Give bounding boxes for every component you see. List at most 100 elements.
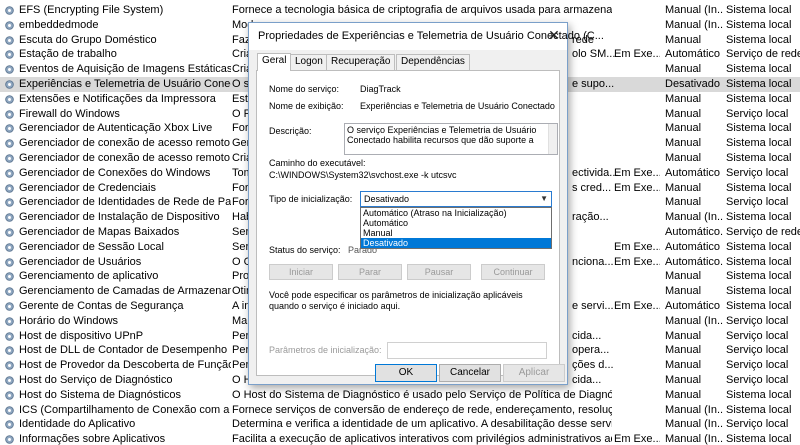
exe-path-label: Caminho do executável: [269, 158, 366, 168]
service-startup-cell: Manual (In... [665, 418, 723, 431]
service-logon-cell: Serviço de rede [726, 48, 800, 61]
service-startup-cell: Automático [665, 300, 721, 312]
startup-option-disabled[interactable]: Desativado [361, 238, 551, 248]
service-name-cell: Gerenciador de Mapas Baixados [19, 226, 180, 238]
resume-button[interactable]: Continuar [481, 264, 545, 280]
exe-path-value: C:\WINDOWS\System32\svchost.exe -k utcsv… [269, 170, 457, 180]
service-name-label: Nome do serviço: [269, 84, 340, 94]
service-desc-fragment: opera... [572, 344, 610, 357]
service-startup-cell: Automático [665, 48, 721, 61]
startup-type-select[interactable]: Desativado ▼ [360, 191, 552, 207]
gear-icon [5, 65, 14, 74]
gear-icon [5, 124, 14, 134]
gear-icon [5, 139, 14, 148]
startup-type-options: Automático (Atraso na Inicialização) Aut… [360, 207, 552, 249]
service-row[interactable]: Informações sobre Aplicativos Facilita a … [0, 432, 800, 445]
service-desc-cell: Determina e verifica a identidade de um … [232, 418, 612, 431]
tab-general[interactable]: Geral [257, 53, 292, 71]
ok-button[interactable]: OK [375, 364, 437, 382]
close-button[interactable]: ✕ [543, 26, 565, 44]
service-startup-cell: Manual [665, 196, 702, 209]
service-logon-cell: Serviço local [726, 196, 789, 209]
service-startup-cell: Manual (In... [665, 4, 723, 16]
service-desc-fragment: ções d... [572, 359, 614, 372]
params-hint: Você pode especificar os parâmetros de i… [269, 290, 523, 311]
service-name-cell: Identidade do Aplicativo [19, 418, 136, 431]
service-startup-cell: Automático [665, 166, 721, 179]
service-name-cell: embeddedmode [19, 18, 99, 31]
service-desc-fragment: olo SM... [572, 48, 616, 61]
chevron-down-icon: ▼ [540, 194, 548, 203]
service-name-cell: ICS (Compartilhamento de Conexão com a I… [19, 403, 231, 416]
service-row[interactable]: EFS (Encrypting File System) Fornece a te… [0, 3, 800, 18]
service-name-cell: Gerenciador de Conexões do Windows [19, 166, 211, 179]
service-logon-cell: Sistema local [726, 92, 792, 105]
service-desc-fragment: rede [572, 33, 595, 46]
service-logon-cell: Serviço local [726, 314, 789, 327]
gear-icon [5, 420, 14, 430]
service-logon-cell: Serviço de rede [726, 226, 800, 238]
service-logon-cell: Sistema local [726, 78, 792, 90]
properties-dialog: Propriedades de Experiências e Telemetri… [248, 22, 604, 385]
service-startup-cell: Manual [665, 92, 702, 105]
start-button[interactable]: Iniciar [269, 264, 333, 280]
service-row[interactable]: ICS (Compartilhamento de Conexão com a I… [0, 403, 800, 418]
service-name-value: DiagTrack [360, 84, 401, 94]
service-logon-cell: Sistema local [726, 285, 792, 298]
cancel-button[interactable]: Cancelar [439, 364, 501, 382]
description-scrollbar[interactable] [548, 124, 557, 154]
service-name-cell: Informações sobre Aplicativos [19, 433, 166, 445]
gear-icon [5, 287, 14, 296]
service-logon-cell: Sistema local [726, 211, 792, 224]
gear-icon [5, 361, 14, 370]
service-logon-cell: Serviço local [726, 374, 789, 386]
startup-option-auto[interactable]: Automático [361, 218, 551, 228]
service-logon-cell: Sistema local [726, 433, 792, 445]
tab-dependencies[interactable]: Dependências [396, 54, 470, 70]
description-box[interactable]: O serviço Experiências e Telemetria de U… [344, 123, 558, 155]
display-name-value: Experiências e Telemetria de Usuário Con… [360, 101, 555, 111]
service-name-cell: Gerenciamento de Camadas de Armazenament… [19, 285, 231, 298]
service-startup-cell: Manual [665, 122, 702, 135]
dialog-titlebar[interactable]: Propriedades de Experiências e Telemetri… [249, 23, 604, 50]
service-startup-cell: Manual (In... [665, 403, 723, 416]
apply-button[interactable]: Aplicar [503, 364, 565, 382]
service-name-cell: Eventos de Aquisição de Imagens Estática… [19, 63, 231, 76]
service-desc-cell: Facilita a execução de aplicativos inter… [232, 433, 612, 445]
service-startup-cell: Automático... [665, 255, 723, 268]
startup-option-auto-delayed[interactable]: Automático (Atraso na Inicialização) [361, 208, 551, 218]
gear-icon [5, 6, 14, 15]
tab-recovery[interactable]: Recuperação [326, 54, 396, 70]
service-row[interactable]: Host do Sistema de Diagnósticos O Host do… [0, 388, 800, 403]
pause-button[interactable]: Pausar [407, 264, 471, 280]
gear-icon [5, 346, 14, 356]
params-input[interactable] [387, 342, 547, 359]
startup-option-manual[interactable]: Manual [361, 228, 551, 238]
service-name-cell: Gerenciador de Credenciais [19, 181, 156, 194]
service-logon-cell: Sistema local [726, 240, 792, 253]
service-desc-fragment: nciona... [572, 255, 614, 268]
params-label: Parâmetros de inicialização: [269, 345, 382, 355]
service-startup-cell: Desativado [665, 78, 721, 90]
tab-logon[interactable]: Logon [290, 54, 328, 70]
service-desc-cell: Fornece a tecnologia básica de criptogra… [232, 4, 612, 16]
gear-icon [5, 168, 14, 178]
service-status-cell: Em Exe... [614, 255, 660, 268]
service-logon-cell: Sistema local [726, 403, 792, 416]
service-logon-cell: Sistema local [726, 181, 792, 194]
service-logon-cell: Sistema local [726, 4, 792, 16]
service-logon-cell: Sistema local [726, 63, 792, 76]
gear-icon [5, 435, 14, 444]
gear-icon [5, 376, 14, 385]
service-name-cell: Host de Provedor da Descoberta de Função [19, 359, 231, 372]
gear-icon [5, 183, 14, 193]
stop-button[interactable]: Parar [338, 264, 402, 280]
service-logon-cell: Sistema local [726, 18, 792, 31]
service-name-cell: Host do Serviço de Diagnóstico [19, 374, 173, 386]
service-startup-cell: Automático [665, 240, 721, 253]
service-name-cell: Host do Sistema de Diagnósticos [19, 388, 182, 401]
service-logon-cell: Serviço local [726, 344, 789, 357]
service-name-cell: Gerenciamento de aplicativo [19, 270, 159, 283]
service-row[interactable]: Identidade do Aplicativo Determina e veri… [0, 417, 800, 432]
service-name-cell: Estação de trabalho [19, 48, 117, 61]
